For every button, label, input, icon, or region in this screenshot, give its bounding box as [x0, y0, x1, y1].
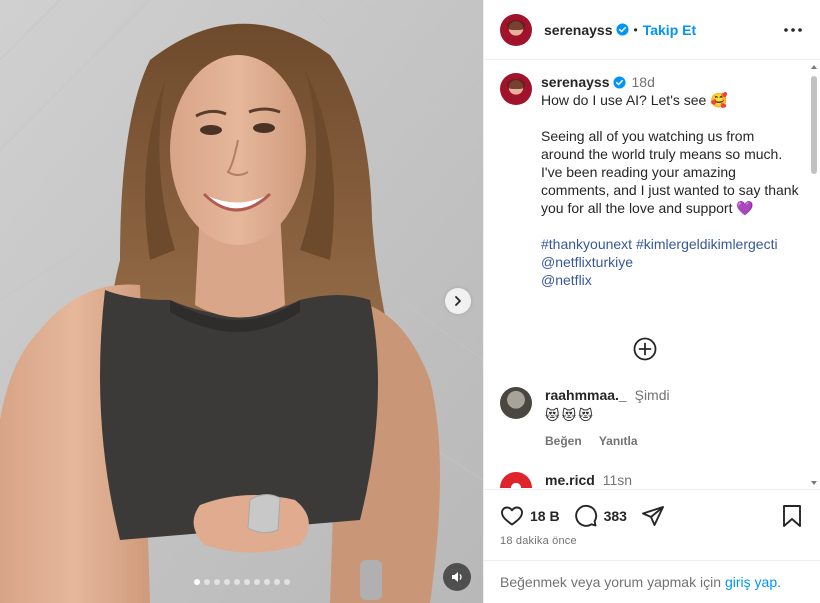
- caption-first-line: How do I use AI? Let's see 🥰: [541, 92, 728, 108]
- carousel-dot: [223, 579, 230, 585]
- comment-count[interactable]: 383: [604, 508, 627, 524]
- save-button[interactable]: [781, 504, 803, 533]
- posted-time[interactable]: 18 dakika önce: [500, 535, 577, 547]
- scrollbar[interactable]: [810, 62, 818, 488]
- carousel-dot: [213, 579, 220, 585]
- comment-button[interactable]: 383: [574, 504, 641, 528]
- mention-link[interactable]: @netflix: [541, 272, 592, 288]
- carousel-dot: [273, 579, 280, 585]
- login-prompt: Beğenmek veya yorum yapmak için giriş ya…: [484, 560, 820, 603]
- comment-avatar[interactable]: [500, 387, 532, 419]
- comment-username[interactable]: raahmmaa._: [545, 387, 627, 403]
- carousel-dot: [283, 579, 290, 585]
- scroll-down-arrow-icon[interactable]: [810, 480, 818, 486]
- comment-bubble-icon: [574, 504, 597, 527]
- follow-button[interactable]: Takip Et: [643, 22, 696, 38]
- hashtag-link[interactable]: #thankyounext: [541, 236, 632, 252]
- more-options-button[interactable]: [783, 21, 803, 39]
- caption-username[interactable]: serenayss: [541, 73, 610, 91]
- comment-username[interactable]: me.ricd: [545, 472, 595, 488]
- avatar[interactable]: [500, 13, 532, 46]
- post-image-panel: [0, 0, 483, 603]
- comment-item: raahmmaa._ Şimdi 😻😻😻 Beğen Yanıtla: [500, 387, 800, 448]
- post-photo: [0, 0, 483, 603]
- chevron-right-icon: [455, 296, 461, 306]
- post-caption: serenayss 18d How do I use AI? Let's see…: [500, 73, 800, 289]
- post-sidebar: serenayss • Takip Et serenayss 18d How d…: [483, 0, 820, 603]
- carousel-dot: [243, 579, 250, 585]
- more-horizontal-icon: [784, 28, 802, 32]
- verified-badge-icon: [615, 23, 629, 36]
- next-slide-button[interactable]: [445, 288, 471, 314]
- scroll-up-arrow-icon[interactable]: [810, 64, 818, 70]
- mention-link[interactable]: @netflixturkiye: [541, 254, 633, 270]
- comment-avatar[interactable]: [500, 472, 532, 488]
- comments-scroll-area[interactable]: serenayss 18d How do I use AI? Let's see…: [484, 61, 820, 488]
- comment-time: 11sn: [602, 472, 633, 488]
- login-prompt-text: Beğenmek veya yorum yapmak için: [500, 574, 721, 590]
- carousel-dot: [203, 579, 210, 585]
- reply-button[interactable]: Yanıtla: [599, 434, 638, 448]
- comment-time: Şimdi: [634, 387, 670, 403]
- caption-avatar[interactable]: [500, 73, 532, 105]
- verified-badge-icon: [612, 75, 626, 89]
- audio-toggle-button[interactable]: [443, 563, 471, 591]
- post-time[interactable]: 18d: [632, 73, 655, 91]
- share-button[interactable]: [641, 504, 665, 528]
- caption-text: Seeing all of you watching us from aroun…: [541, 128, 803, 216]
- like-count[interactable]: 18 B: [530, 508, 560, 524]
- login-link[interactable]: giriş yap.: [725, 574, 781, 590]
- post-header: serenayss • Takip Et: [484, 0, 820, 60]
- heart-icon: [501, 506, 523, 525]
- comment-text: 😻😻😻: [545, 407, 595, 423]
- speaker-icon: [452, 572, 462, 582]
- separator-dot: •: [633, 22, 638, 37]
- carousel-dot: [233, 579, 240, 585]
- post-actions-bar: 18 B 383: [484, 489, 820, 541]
- carousel-dot: [193, 579, 200, 585]
- carousel-dot: [263, 579, 270, 585]
- comment-item: me.ricd 11sn: [500, 472, 800, 488]
- load-more-comments-icon[interactable]: [633, 337, 657, 361]
- bookmark-icon: [783, 505, 801, 527]
- carousel-indicator: [0, 579, 483, 585]
- scroll-thumb[interactable]: [811, 76, 817, 174]
- hashtag-link[interactable]: #kimlergeldikimlergecti: [636, 236, 778, 252]
- carousel-dot: [253, 579, 260, 585]
- caption-tags: #thankyounext #kimlergeldikimlergecti @n…: [541, 235, 800, 289]
- like-comment-button[interactable]: Beğen: [545, 434, 582, 448]
- send-icon: [641, 505, 664, 526]
- header-username[interactable]: serenayss: [544, 22, 613, 38]
- like-button[interactable]: 18 B: [500, 504, 574, 528]
